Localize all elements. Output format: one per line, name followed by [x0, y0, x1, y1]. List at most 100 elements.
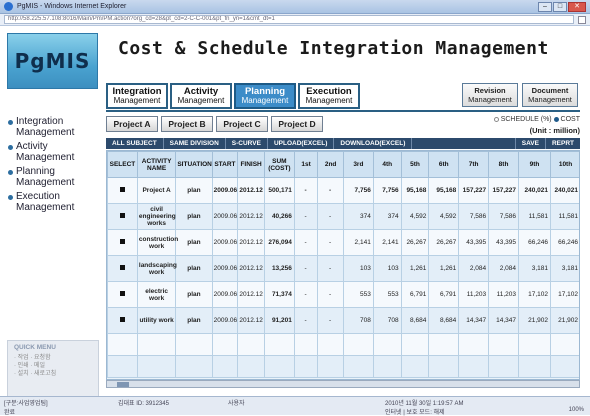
- save-button[interactable]: SAVE: [514, 138, 545, 149]
- upload-excel-button[interactable]: UPLOAD(EXCEL): [268, 138, 335, 149]
- table-cell: 14,347: [488, 307, 519, 334]
- row-select-cell[interactable]: [107, 255, 138, 282]
- sidebar-item-activity[interactable]: Activity Management: [7, 141, 99, 163]
- unit-label: (Unit : million): [529, 126, 580, 135]
- table-row[interactable]: construction work plan 2009.06 2012.12 276,0…: [107, 229, 579, 256]
- row-select-cell[interactable]: [107, 281, 138, 308]
- browser-title: PgMIS - Windows Internet Explorer: [17, 3, 127, 10]
- table-cell: 7,586: [488, 203, 519, 230]
- tab-revision[interactable]: Revision Management: [462, 83, 518, 107]
- same-division-button[interactable]: SAME DIVISION: [164, 138, 226, 149]
- horizontal-scrollbar[interactable]: [106, 380, 580, 388]
- table-cell: 553: [342, 281, 374, 308]
- table-cell: 21,902: [517, 307, 552, 334]
- table-cell: plan: [175, 177, 213, 204]
- select-marker-icon[interactable]: [119, 317, 125, 322]
- project-d-button[interactable]: Project D: [271, 116, 323, 132]
- table-cell: 66,246: [517, 229, 552, 256]
- tab-sublabel: Management: [177, 95, 225, 105]
- table-cell: -: [293, 203, 319, 230]
- report-button[interactable]: REPRT: [544, 138, 580, 149]
- quick-menu-link[interactable]: · 인쇄 · 메일: [14, 362, 92, 370]
- scrollbar-thumb[interactable]: [117, 382, 129, 387]
- tab-activity[interactable]: Activity Management: [170, 83, 232, 109]
- table-cell: 2012.12: [237, 307, 265, 334]
- empty-cell: [237, 333, 265, 356]
- select-marker-icon[interactable]: [119, 213, 125, 218]
- select-marker-icon[interactable]: [119, 291, 125, 296]
- table-cell: 2012.12: [237, 229, 265, 256]
- table-cell: 157,227: [458, 177, 490, 204]
- cost-radio[interactable]: [553, 116, 559, 122]
- maximize-button[interactable]: □: [553, 2, 567, 12]
- table-cell: 8,684: [428, 307, 460, 334]
- table-cell: plan: [175, 255, 213, 282]
- table-cell: 95,168: [400, 177, 430, 204]
- sidebar-item-integration[interactable]: Integration Management: [7, 116, 99, 138]
- table-cell: 17,102: [550, 281, 579, 308]
- select-marker-icon[interactable]: [119, 265, 125, 270]
- table-cell: 1,261: [428, 255, 460, 282]
- sidebar-item-execution[interactable]: Execution Management: [7, 191, 99, 213]
- table-cell: 6,791: [428, 281, 460, 308]
- bullet-icon: [8, 145, 13, 150]
- quick-menu-link[interactable]: · 작업 · 요청함: [14, 354, 92, 362]
- tab-planning[interactable]: Planning Management: [234, 83, 296, 109]
- empty-cell: [517, 333, 552, 356]
- project-a-button[interactable]: Project A: [106, 116, 158, 132]
- table-row[interactable]: utility work plan 2009.06 2012.12 91,201- -70…: [107, 307, 579, 334]
- table-row[interactable]: civil engineering works plan 2009.06 2012.1…: [107, 203, 579, 230]
- schedule-radio[interactable]: [493, 116, 499, 122]
- table-cell: 40,266: [263, 203, 295, 230]
- table-cell: 11,581: [550, 203, 579, 230]
- select-marker-icon[interactable]: [119, 187, 125, 192]
- table-cell: 1,261: [400, 255, 430, 282]
- table-cell: 2,141: [342, 229, 374, 256]
- s-curve-button[interactable]: S-CURVE: [226, 138, 268, 149]
- table-cell: 2009.06: [211, 307, 239, 334]
- quick-menu-link[interactable]: · 설치 · 새로고침: [14, 370, 92, 378]
- url-field[interactable]: http://58.225.57.108:8016/Main/Pm/PM.act…: [4, 15, 574, 24]
- row-select-cell[interactable]: [107, 203, 138, 230]
- status-bar: [구분:사업영업팀] 김대표 ID: 3912345 사용자 2010년 11월…: [0, 396, 590, 416]
- app-logo[interactable]: PgMIS: [7, 33, 98, 89]
- schedule-label: SCHEDULE (%): [500, 116, 552, 123]
- table-cell: 11,581: [517, 203, 552, 230]
- status-division: [구분:사업영업팀]: [4, 401, 48, 407]
- project-b-button[interactable]: Project B: [161, 116, 213, 132]
- close-button[interactable]: ✕: [568, 2, 586, 12]
- empty-cell: [550, 355, 579, 378]
- column-header: START: [211, 151, 239, 178]
- empty-cell: [293, 355, 319, 378]
- zoom-level[interactable]: 100%: [569, 407, 584, 413]
- table-cell: 2012.12: [237, 177, 265, 204]
- row-select-cell[interactable]: [107, 229, 138, 256]
- select-marker-icon[interactable]: [119, 239, 125, 244]
- table-row[interactable]: electric work plan 2009.06 2012.12 71,374- -5…: [107, 281, 579, 308]
- table-cell: 71,374: [263, 281, 295, 308]
- tab-document[interactable]: Document Management: [522, 83, 578, 107]
- table-cell: 708: [372, 307, 402, 334]
- empty-cell: [263, 355, 295, 378]
- minimize-button[interactable]: –: [538, 2, 552, 12]
- table-cell: 13,256: [263, 255, 295, 282]
- empty-cell: [488, 355, 519, 378]
- table-row[interactable]: Project Aplan 2009.06 2012.12 500,171- -7,75…: [107, 177, 579, 204]
- sidebar-item-planning[interactable]: Planning Management: [7, 166, 99, 188]
- project-c-button[interactable]: Project C: [216, 116, 268, 132]
- all-subject-button[interactable]: ALL SUBJECT: [106, 138, 164, 149]
- download-excel-button[interactable]: DOWNLOAD(EXCEL): [334, 138, 413, 149]
- table-row[interactable]: landscaping work plan 2009.06 2012.12 13,256…: [107, 255, 579, 282]
- row-select-cell[interactable]: [107, 177, 138, 204]
- tab-execution[interactable]: Execution Management: [298, 83, 360, 109]
- header-divider: [106, 110, 580, 112]
- row-select-cell[interactable]: [107, 307, 138, 334]
- tab-integration[interactable]: Integration Management: [106, 83, 168, 109]
- empty-cell: [517, 355, 552, 378]
- empty-cell: [107, 333, 138, 356]
- empty-cell: [136, 333, 177, 356]
- empty-cell: [107, 355, 138, 378]
- right-tabs: Revision Management Document Management: [462, 83, 578, 107]
- table-cell: -: [317, 255, 344, 282]
- table-cell: 2009.06: [211, 281, 239, 308]
